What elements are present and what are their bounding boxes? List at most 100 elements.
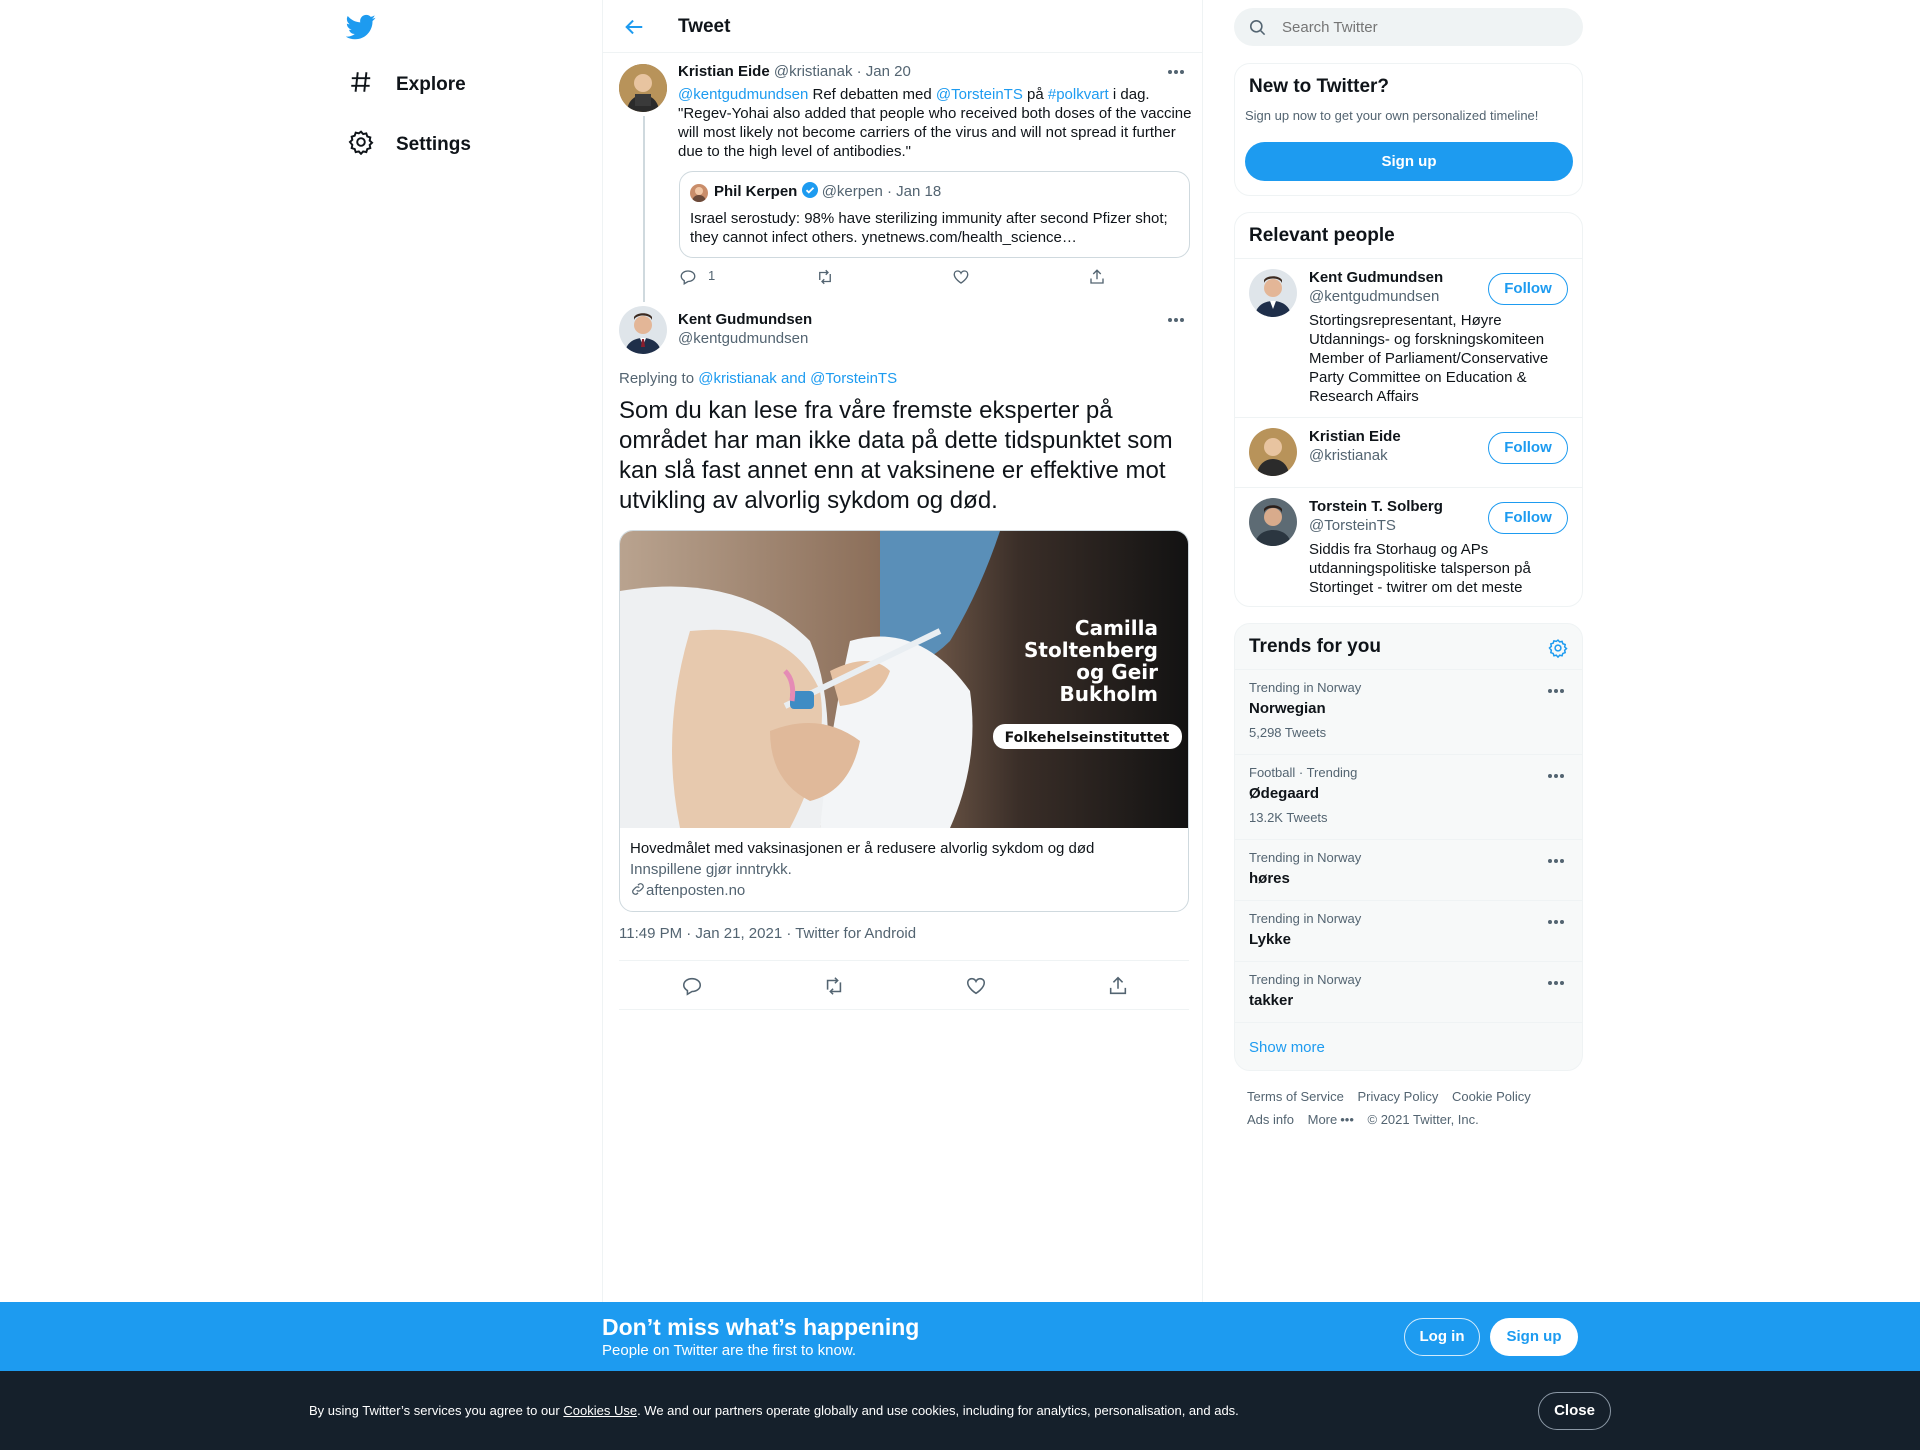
avatar[interactable]: [619, 306, 667, 354]
sign-up-button[interactable]: Sign up: [1490, 1318, 1578, 1356]
trend-name: Ødegaard: [1249, 785, 1320, 802]
gear-icon[interactable]: [1548, 638, 1568, 663]
more-icon[interactable]: [1168, 318, 1186, 324]
copyright: © 2021 Twitter, Inc.: [1367, 1112, 1479, 1127]
quote-author-name: Phil Kerpen: [714, 183, 798, 200]
more-icon[interactable]: [1548, 981, 1566, 987]
page-title: Tweet: [678, 16, 731, 37]
tweet-timestamp[interactable]: 11:49 PM · Jan 21, 2021 · Twitter for An…: [619, 925, 916, 942]
more-icon[interactable]: [1548, 689, 1566, 695]
verified-badge-icon: [801, 182, 818, 202]
avatar[interactable]: [1249, 498, 1297, 546]
tweet-text-part: Ref debatten med: [808, 86, 936, 103]
follow-button[interactable]: Follow: [1488, 432, 1568, 464]
trend-item[interactable]: Trending in Norway Norwegian 5,298 Tweet…: [1235, 669, 1582, 754]
card-title: Hovedmålet med vaksinasjonen er å reduse…: [630, 840, 1095, 857]
person-name[interactable]: Torstein T. Solberg: [1309, 498, 1443, 515]
relevant-people-panel: Relevant people Kent Gudmundsen @kentgud…: [1234, 212, 1583, 607]
avatar[interactable]: [1249, 269, 1297, 317]
twitter-bird-icon[interactable]: [345, 12, 382, 42]
avatar: [690, 184, 708, 202]
footer-link[interactable]: Ads info: [1247, 1112, 1294, 1127]
share-icon[interactable]: [1088, 268, 1106, 286]
tweet-text-part: på: [1022, 86, 1048, 103]
hashtag-link[interactable]: #polkvart: [1048, 86, 1109, 103]
close-button[interactable]: Close: [1538, 1392, 1611, 1430]
like-icon[interactable]: [952, 268, 970, 286]
trend-item[interactable]: Trending in Norway takker: [1235, 961, 1582, 1022]
main-author-handle[interactable]: @kentgudmundsen: [678, 330, 808, 347]
mention-link[interactable]: @kentgudmundsen: [678, 86, 808, 103]
quoted-tweet[interactable]: Phil Kerpen @kerpen · Jan 18 Israel sero…: [679, 171, 1190, 258]
trends-panel: Trends for you Trending in Norway Norweg…: [1234, 623, 1583, 1071]
more-icon[interactable]: [1548, 774, 1566, 780]
footer-link[interactable]: Cookie Policy: [1452, 1089, 1531, 1104]
column-header: Tweet: [603, 0, 1202, 53]
like-icon[interactable]: [965, 975, 987, 997]
arrow-left-icon[interactable]: [623, 16, 645, 38]
trend-name: Lykke: [1249, 931, 1291, 948]
person-card[interactable]: Kristian Eide @kristianak Follow: [1235, 417, 1582, 487]
author-name[interactable]: Kristian Eide: [678, 63, 770, 80]
panel-title: New to Twitter?: [1249, 76, 1390, 97]
show-more-row[interactable]: Show more: [1235, 1022, 1582, 1070]
person-name[interactable]: Kent Gudmundsen: [1309, 269, 1443, 286]
banner-heading: Don’t miss what’s happening: [602, 1314, 920, 1340]
hashtag-icon: [348, 69, 374, 101]
person-handle[interactable]: @kristianak: [1309, 447, 1388, 464]
person-bio: Stortingsrepresentant, Høyre Utdannings-…: [1309, 312, 1549, 405]
main-author-name[interactable]: Kent Gudmundsen: [678, 311, 812, 328]
footer-link[interactable]: Privacy Policy: [1357, 1089, 1438, 1104]
footer-more[interactable]: More •••: [1308, 1112, 1354, 1127]
trend-meta: Football · Trending: [1249, 765, 1358, 780]
link-card[interactable]: Camilla Stoltenberg og Geir Bukholm Folk…: [619, 530, 1189, 912]
trend-item[interactable]: Trending in Norway høres: [1235, 839, 1582, 900]
cookie-text: By using Twitter’s services you agree to…: [309, 1403, 1239, 1418]
panel-title: Trends for you: [1249, 636, 1381, 657]
avatar[interactable]: [1249, 428, 1297, 476]
sign-up-button[interactable]: Sign up: [1245, 142, 1573, 181]
share-icon[interactable]: [1107, 975, 1129, 997]
trend-item[interactable]: Football · Trending Ødegaard 13.2K Tweet…: [1235, 754, 1582, 839]
tweet-date[interactable]: · Jan 20: [857, 63, 911, 80]
search-box[interactable]: [1234, 8, 1583, 46]
follow-button[interactable]: Follow: [1488, 502, 1568, 534]
card-overlay-line: og Geir: [1076, 660, 1158, 684]
person-handle[interactable]: @TorsteinTS: [1309, 517, 1396, 534]
trend-meta: Trending in Norway: [1249, 911, 1362, 926]
avatar[interactable]: [619, 64, 667, 112]
person-card[interactable]: Torstein T. Solberg @TorsteinTS Follow S…: [1235, 487, 1582, 606]
log-in-button[interactable]: Log in: [1404, 1318, 1480, 1356]
show-more-link[interactable]: Show more: [1249, 1039, 1325, 1056]
person-handle[interactable]: @kentgudmundsen: [1309, 288, 1439, 305]
more-icon[interactable]: [1548, 920, 1566, 926]
footer-link[interactable]: Terms of Service: [1247, 1089, 1344, 1104]
search-input[interactable]: [1282, 16, 1562, 38]
mention-link[interactable]: @TorsteinTS: [936, 86, 1023, 103]
author-handle[interactable]: @kristianak: [774, 63, 853, 80]
replying-to: Replying to @kristianak and @TorsteinTS: [619, 370, 897, 387]
reply-icon[interactable]: [679, 268, 697, 286]
quote-author-handle: @kerpen: [821, 183, 883, 200]
cookies-use-link[interactable]: Cookies Use: [563, 1403, 637, 1418]
retweet-icon[interactable]: [823, 975, 845, 997]
follow-button[interactable]: Follow: [1488, 273, 1568, 305]
banner-subheading: People on Twitter are the first to know.: [602, 1342, 857, 1359]
panel-subtitle: Sign up now to get your own personalized…: [1245, 108, 1539, 123]
reply-icon[interactable]: [681, 975, 703, 997]
trend-meta: Trending in Norway: [1249, 972, 1362, 987]
nav-explore[interactable]: Explore: [348, 70, 466, 100]
nav-settings[interactable]: Settings: [348, 130, 471, 160]
card-overlay-line: Camilla: [1075, 616, 1158, 640]
quote-header: Phil Kerpen @kerpen · Jan 18: [714, 182, 941, 202]
more-icon[interactable]: [1548, 859, 1566, 865]
retweet-icon[interactable]: [816, 268, 834, 286]
person-name[interactable]: Kristian Eide: [1309, 428, 1401, 445]
main-tweet-actions: [619, 960, 1189, 1010]
trend-item[interactable]: Trending in Norway Lykke: [1235, 900, 1582, 961]
replying-to-links[interactable]: @kristianak and @TorsteinTS: [698, 370, 897, 387]
more-icon[interactable]: [1168, 70, 1186, 76]
cookie-text-suffix: . We and our partners operate globally a…: [637, 1403, 1239, 1418]
card-description: Innspillene gjør inntrykk.: [630, 861, 792, 878]
person-card[interactable]: Kent Gudmundsen @kentgudmundsen Follow S…: [1235, 258, 1582, 417]
